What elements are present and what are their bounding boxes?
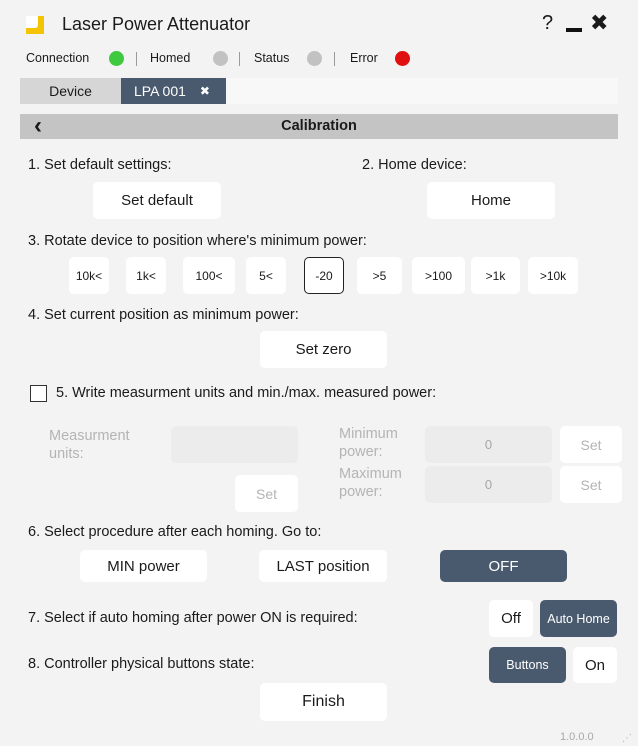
last-position-option-button[interactable]: LAST position	[259, 550, 387, 582]
rotate-1k-back-button[interactable]: 1k<	[126, 257, 166, 294]
rotate-100-forward-button[interactable]: >100	[412, 257, 465, 294]
rotate-5-back-button[interactable]: 5<	[246, 257, 286, 294]
resize-grip-icon[interactable]: ⋰	[622, 733, 632, 744]
home-button[interactable]: Home	[427, 182, 555, 219]
off-option-button[interactable]: OFF	[440, 550, 567, 582]
set-zero-button[interactable]: Set zero	[260, 331, 387, 368]
rotate-minus-20-button[interactable]: -20	[304, 257, 344, 294]
rotate-100-back-button[interactable]: 100<	[183, 257, 235, 294]
step3-label: 3. Rotate device to position where's min…	[28, 233, 367, 249]
status-separator	[136, 52, 137, 66]
help-icon[interactable]: ?	[542, 12, 553, 35]
tab-lpa-001-label: LPA 001	[134, 83, 186, 99]
max-power-set-button[interactable]: Set	[560, 466, 622, 503]
auto-home-off-button[interactable]: Off	[489, 600, 533, 637]
status-indicator	[307, 51, 322, 66]
tab-device-label: Device	[49, 83, 92, 99]
connection-indicator	[109, 51, 124, 66]
step7-label: 7. Select if auto homing after power ON …	[28, 610, 358, 626]
rotate-5-forward-button[interactable]: >5	[357, 257, 402, 294]
step2-label: 2. Home device:	[362, 157, 467, 173]
section-title: Calibration	[281, 118, 357, 134]
app-logo-icon	[26, 16, 44, 34]
homed-label: Homed	[150, 51, 191, 65]
step6-label: 6. Select procedure after each homing. G…	[28, 524, 322, 540]
buttons-on-button[interactable]: On	[573, 647, 617, 683]
app-title: Laser Power Attenuator	[62, 14, 251, 34]
min-power-set-button[interactable]: Set	[560, 426, 622, 463]
step8-label: 8. Controller physical buttons state:	[28, 656, 255, 672]
tab-lpa-001[interactable]: LPA 001 ✖	[121, 78, 226, 104]
homed-indicator	[213, 51, 228, 66]
step5-checkbox[interactable]	[30, 385, 47, 402]
minimize-icon[interactable]	[566, 28, 582, 32]
rotate-1k-forward-button[interactable]: >1k	[471, 257, 520, 294]
error-indicator	[395, 51, 410, 66]
rotate-10k-back-button[interactable]: 10k<	[69, 257, 109, 294]
version-label: 1.0.0.0	[560, 731, 594, 743]
error-label: Error	[350, 51, 378, 65]
step1-label: 1. Set default settings:	[28, 157, 172, 173]
set-default-button[interactable]: Set default	[93, 182, 221, 219]
units-set-button[interactable]: Set	[235, 475, 298, 512]
status-separator	[334, 52, 335, 66]
units-label: Measurment units:	[49, 428, 130, 462]
auto-home-button[interactable]: Auto Home	[540, 600, 617, 637]
max-power-label: Maximum power:	[339, 466, 402, 500]
step5-label: 5. Write measurment units and min./max. …	[56, 385, 437, 401]
status-label: Status	[254, 51, 290, 65]
min-power-option-button[interactable]: MIN power	[80, 550, 207, 582]
min-power-input[interactable]: 0	[425, 426, 552, 463]
max-power-input[interactable]: 0	[425, 466, 552, 503]
status-separator	[239, 52, 240, 66]
buttons-state-button[interactable]: Buttons	[489, 647, 566, 683]
tab-close-icon[interactable]: ✖	[200, 84, 210, 98]
close-icon[interactable]: ✖	[590, 10, 608, 36]
rotate-10k-forward-button[interactable]: >10k	[528, 257, 578, 294]
units-input[interactable]	[171, 426, 298, 463]
tab-device[interactable]: Device	[20, 78, 121, 104]
step4-label: 4. Set current position as minimum power…	[28, 307, 299, 323]
finish-button[interactable]: Finish	[260, 683, 387, 721]
min-power-label: Minimum power:	[339, 426, 398, 460]
connection-label: Connection	[26, 51, 90, 65]
